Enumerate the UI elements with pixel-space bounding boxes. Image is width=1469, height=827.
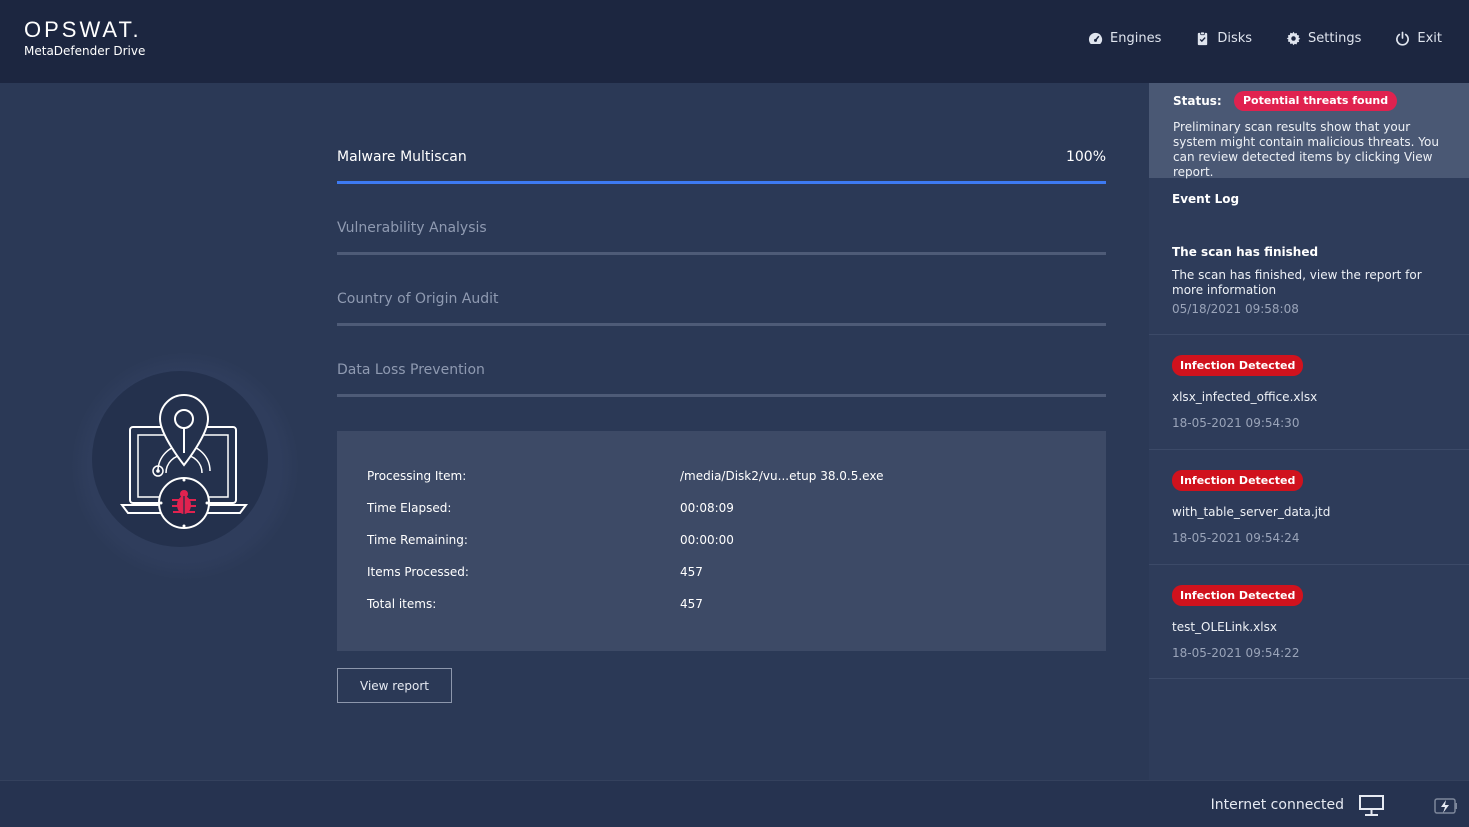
step-data-loss-prevention: Data Loss Prevention [337,358,1106,429]
status-sidebar: Status: Potential threats found Prelimin… [1149,83,1469,780]
event-scan-finished: The scan has finished The scan has finis… [1149,233,1469,335]
progress-track [337,252,1106,255]
step-vulnerability-analysis: Vulnerability Analysis [337,216,1106,287]
infection-badge: Infection Detected [1172,585,1304,606]
step-label: Data Loss Prevention [337,362,485,378]
detail-key: Time Remaining: [367,533,468,547]
infection-badge: Infection Detected [1172,355,1304,376]
top-bar: OPSWAT. MetaDefender Drive Engines Disks… [0,0,1469,83]
step-label: Malware Multiscan [337,149,467,165]
nav-exit[interactable]: Exit [1395,31,1442,46]
step-label: Vulnerability Analysis [337,220,487,236]
step-country-of-origin-audit: Country of Origin Audit [337,287,1106,358]
status-label: Status: [1173,94,1222,108]
detail-key: Processing Item: [367,469,467,483]
step-label: Country of Origin Audit [337,291,499,307]
status-bar: Internet connected [0,780,1469,827]
nav-settings-label: Settings [1308,31,1362,46]
opswat-logo: OPSWAT. [24,17,142,42]
step-percent: 100% [1065,149,1106,165]
infected-file-name: xlsx_infected_office.xlsx [1172,390,1318,404]
status-box: Status: Potential threats found Prelimin… [1149,83,1469,179]
event-time: 18-05-2021 09:54:30 [1172,416,1300,430]
status-badge: Potential threats found [1234,91,1398,111]
nav-disks-label: Disks [1217,31,1253,46]
clipboard-check-icon [1198,31,1208,46]
event-title: The scan has finished [1172,245,1319,259]
event-infection[interactable]: Infection Detected xlsx_infected_office.… [1149,335,1469,450]
scan-details-panel: Processing Item: /media/Disk2/vu...etup … [337,431,1106,651]
event-time: 05/18/2021 09:58:08 [1172,302,1299,316]
event-infection[interactable]: Infection Detected with_table_server_dat… [1149,450,1469,565]
detail-key: Total items: [367,597,437,611]
battery-charging-icon[interactable] [1434,797,1458,815]
event-time: 18-05-2021 09:54:22 [1172,646,1300,660]
infected-file-name: test_OLELink.xlsx [1172,620,1277,634]
nav-engines-label: Engines [1110,31,1162,46]
power-icon [1396,31,1410,46]
view-report-button[interactable]: View report [337,668,452,703]
top-nav: Engines Disks Settings Exit [1088,31,1442,46]
nav-disks[interactable]: Disks [1195,31,1252,46]
detail-key: Time Elapsed: [367,501,452,515]
scan-main-area: Malware Multiscan 100% Vulnerability Ana… [0,83,1149,780]
detail-value: 457 [680,565,703,579]
nav-exit-label: Exit [1417,31,1442,46]
step-malware-multiscan: Malware Multiscan 100% [337,145,1106,216]
event-log-title: Event Log [1172,192,1240,206]
detail-key: Items Processed: [367,565,469,579]
product-name: MetaDefender Drive [24,44,146,58]
scan-steps: Malware Multiscan 100% Vulnerability Ana… [337,145,1106,429]
status-description: Preliminary scan results show that your … [1173,120,1439,179]
detail-value: 00:08:09 [680,501,734,515]
detail-value: 00:00:00 [680,533,734,547]
internet-status: Internet connected [1210,797,1344,813]
progress-track [337,394,1106,397]
infection-badge: Infection Detected [1172,470,1304,491]
monitor-network-icon[interactable] [1359,795,1384,816]
progress-track [337,323,1106,326]
infected-laptop-illustration [120,393,248,529]
detail-value: /media/Disk2/vu...etup 38.0.5.exe [680,469,884,483]
detail-value: 457 [680,597,703,611]
nav-settings[interactable]: Settings [1286,31,1361,46]
nav-engines[interactable]: Engines [1088,31,1161,46]
gear-icon [1286,31,1301,46]
progress-track [337,181,1106,184]
event-text: The scan has finished, view the report f… [1172,268,1422,297]
progress-fill [337,181,1106,184]
event-infection[interactable]: Infection Detected test_OLELink.xlsx 18-… [1149,565,1469,679]
event-time: 18-05-2021 09:54:24 [1172,531,1300,545]
infected-file-name: with_table_server_data.jtd [1172,505,1331,519]
gauge-icon [1088,32,1103,45]
